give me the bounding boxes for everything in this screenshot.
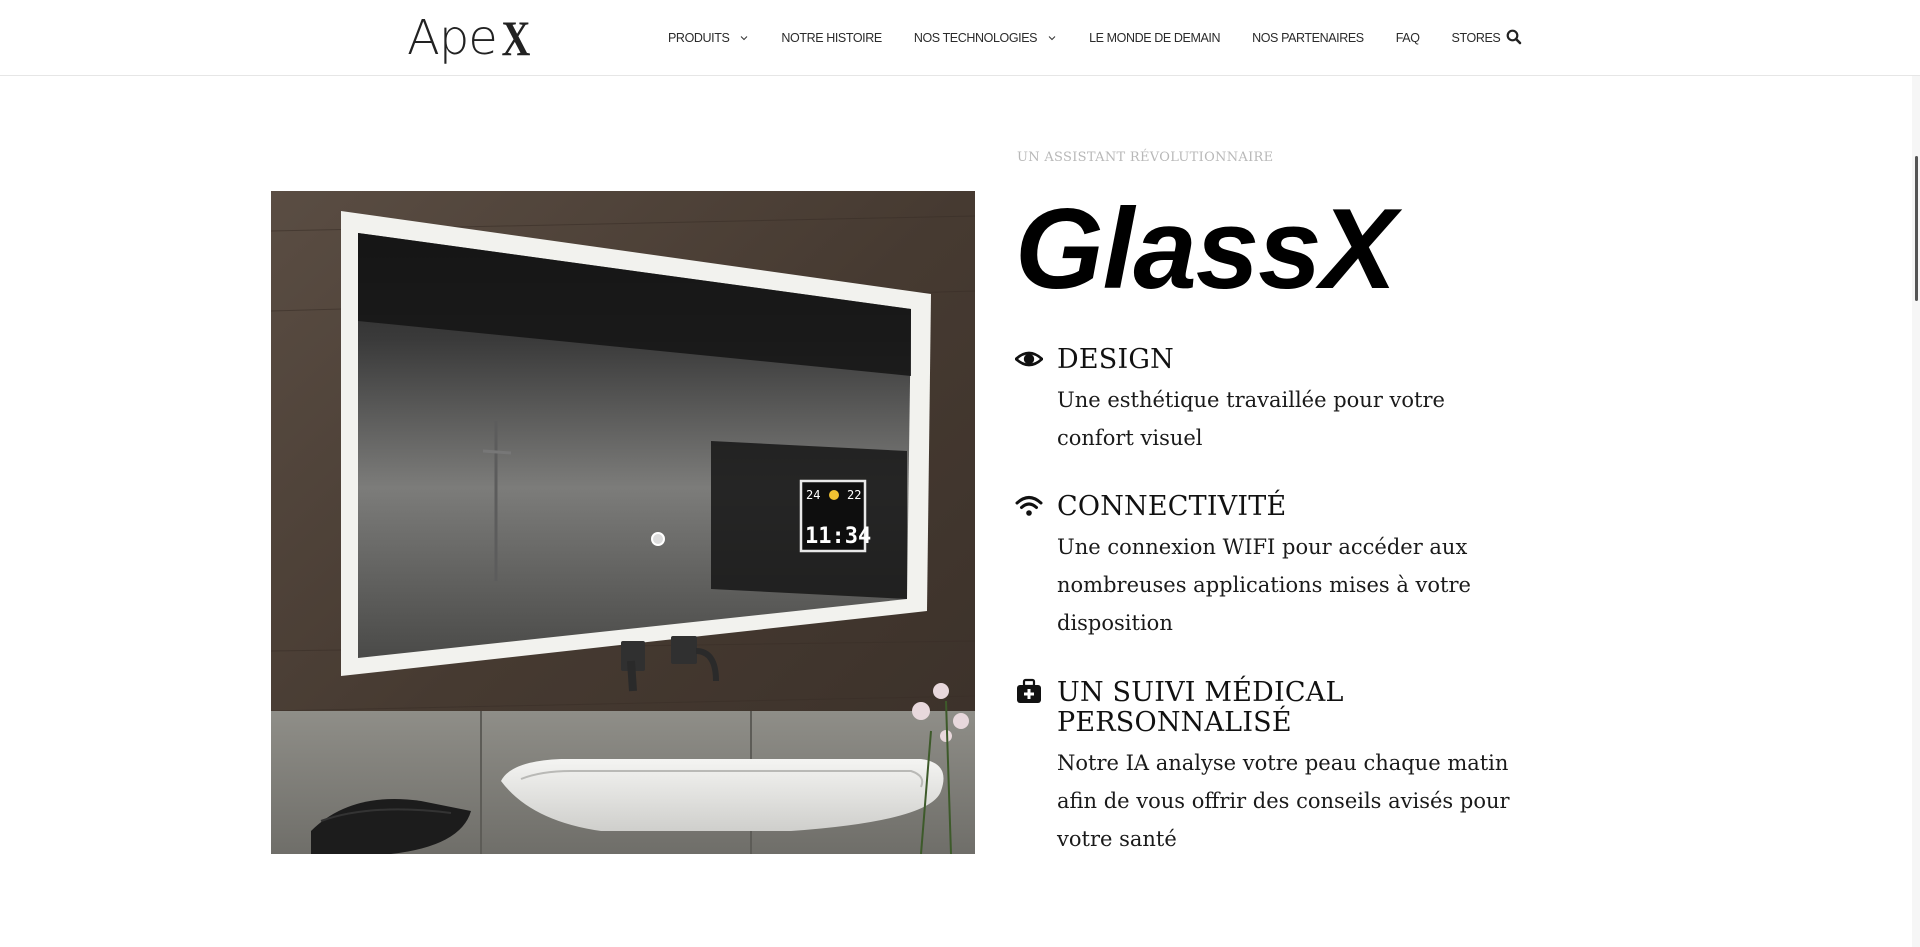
hero-kicker: UN ASSISTANT RÉVOLUTIONNAIRE	[1017, 150, 1274, 165]
product-title: GlassX	[1015, 186, 1397, 313]
chevron-down-icon	[741, 35, 748, 40]
nav-item-faq[interactable]: FAQ	[1396, 31, 1420, 45]
logo-text: Ape	[407, 10, 498, 66]
product-image: 24 22 11:34	[271, 191, 975, 854]
feature-title: DESIGN	[1057, 344, 1174, 375]
eye-icon	[1015, 351, 1043, 367]
nav-item-label: NOTRE HISTOIRE	[781, 30, 882, 45]
chevron-down-icon	[1048, 35, 1056, 40]
feature-title: UN SUIVI MÉDICAL PERSONNALISÉ	[1057, 677, 1344, 738]
nav-item-produits[interactable]: PRODUITS	[668, 31, 749, 45]
feature-description: Une connexion WIFI pour accéder aux nomb…	[1057, 535, 1471, 635]
page-scrollbar[interactable]	[1912, 76, 1920, 947]
apex-logo[interactable]: Ape X	[407, 10, 533, 66]
nav-item-stores[interactable]: STORES	[1452, 31, 1501, 45]
logo-mark: X	[501, 10, 530, 66]
medkit-icon	[1017, 678, 1041, 703]
feature-description: Une esthétique travaillée pour votre con…	[1057, 388, 1445, 450]
nav-item-label: NOS PARTENAIRES	[1252, 30, 1364, 45]
scrollbar-thumb[interactable]	[1915, 156, 1918, 301]
wifi-icon	[1015, 496, 1043, 516]
feature-title: CONNECTIVITÉ	[1057, 491, 1287, 522]
feature-description: Notre IA analyse votre peau chaque matin…	[1057, 751, 1510, 851]
nav-item-nos-technologies[interactable]: NOS TECHNOLOGIES	[914, 31, 1057, 45]
search-icon[interactable]	[1505, 28, 1523, 46]
main-nav: PRODUITS NOTRE HISTOIRE NOS TECHNOLOGIES…	[668, 0, 1532, 75]
nav-item-notre-histoire[interactable]: NOTRE HISTOIRE	[781, 30, 882, 45]
mirror-clock: 11:34	[805, 524, 871, 549]
nav-item-le-monde-de-demain[interactable]: LE MONDE DE DEMAIN	[1089, 31, 1220, 45]
nav-item-label: NOS TECHNOLOGIES	[913, 30, 1038, 45]
nav-item-label: LE MONDE DE DEMAIN	[1089, 30, 1221, 45]
site-header: Ape X PRODUITS NOTRE HISTOIRE NOS TECHNOL…	[0, 0, 1920, 76]
nav-item-label: STORES	[1451, 30, 1501, 45]
nav-item-label: PRODUITS	[668, 30, 730, 45]
mirror-temp-left: 24	[806, 488, 820, 502]
bathroom-mirror-illustration: 24 22 11:34	[271, 191, 975, 854]
nav-item-label: FAQ	[1395, 30, 1420, 45]
nav-item-nos-partenaires[interactable]: NOS PARTENAIRES	[1252, 31, 1364, 45]
mirror-temp-right: 22	[847, 488, 861, 502]
